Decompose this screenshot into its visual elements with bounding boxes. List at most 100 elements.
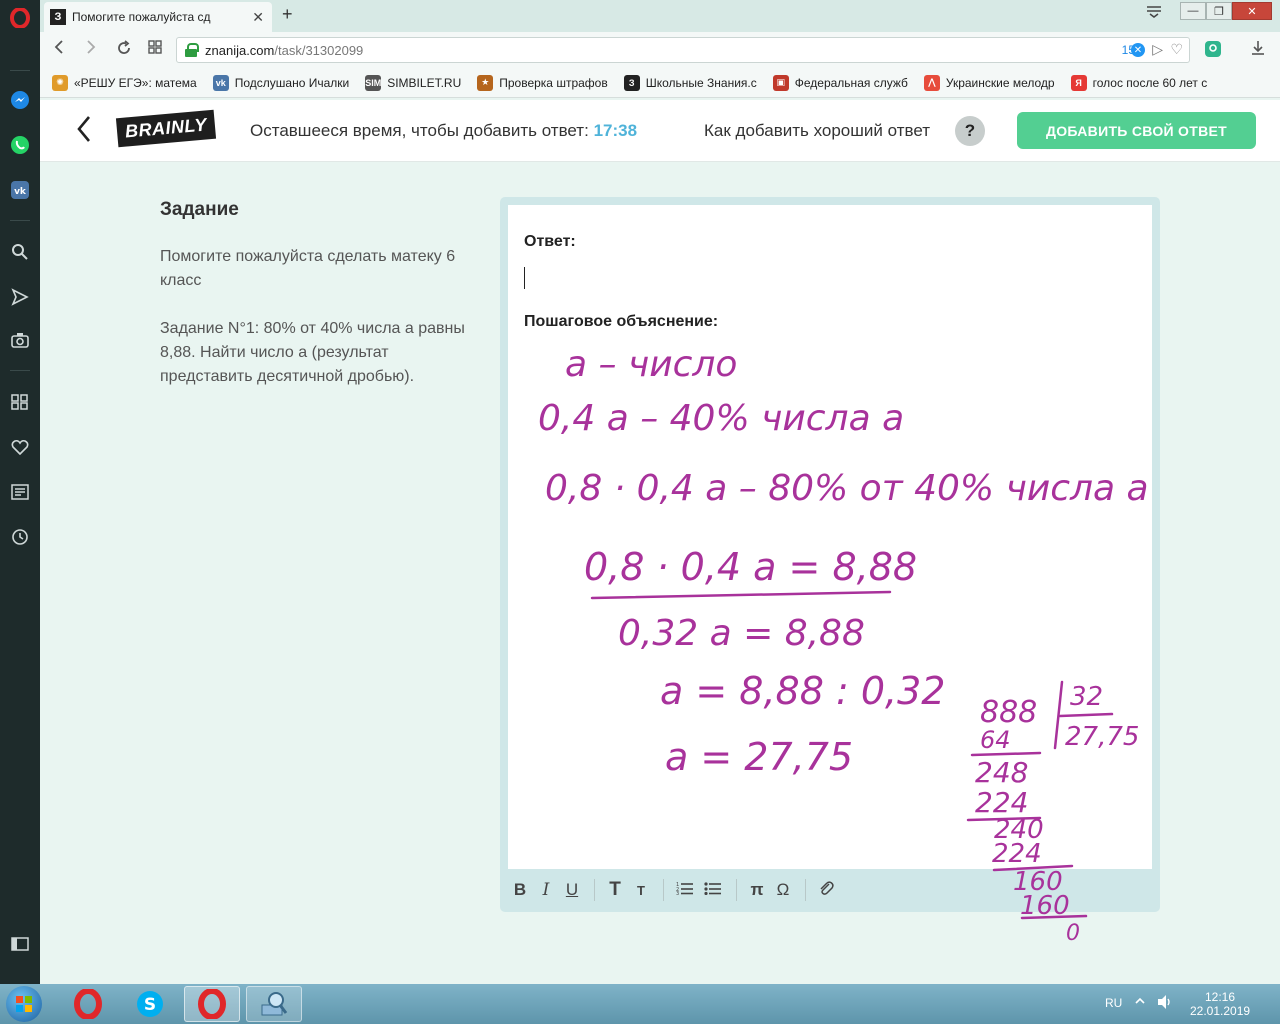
bookmark-heart-icon[interactable]: ♡: [1170, 41, 1183, 58]
emblem-icon: ★: [477, 74, 494, 91]
editor-toolbar: B I U T T 123 π Ω: [500, 873, 1160, 907]
pi-symbol-button[interactable]: π: [749, 880, 765, 900]
vk-icon[interactable]: vk: [8, 178, 32, 202]
ordered-list-icon[interactable]: 123: [676, 880, 694, 900]
brainly-header: BRAINLY Оставшееся время, чтобы добавить…: [40, 100, 1280, 162]
restore-icon[interactable]: ❐: [1206, 2, 1232, 20]
language-indicator[interactable]: RU: [1105, 996, 1122, 1010]
bullet-list-icon[interactable]: [704, 880, 722, 900]
minimize-icon[interactable]: —: [1180, 2, 1206, 20]
vpn-icon[interactable]: [1204, 40, 1222, 63]
send-icon[interactable]: [8, 285, 32, 309]
division-line: [1020, 914, 1088, 920]
bookmark-item[interactable]: З Школьные Знания.c: [623, 74, 757, 91]
heading-small-button[interactable]: T: [633, 883, 649, 898]
attachment-icon[interactable]: [818, 880, 834, 901]
answer-editor: Ответ: Пошаговое объяснение: B I U T T 1…: [500, 197, 1160, 912]
svg-text:vk: vk: [14, 187, 27, 197]
bookmark-label: «РЕШУ ЕГЭ»: матема: [74, 75, 197, 90]
url-host: znanija.com: [205, 42, 275, 58]
underline-button[interactable]: U: [564, 880, 580, 900]
opera-logo-icon[interactable]: [8, 6, 32, 30]
new-tab-icon[interactable]: +: [282, 4, 293, 25]
answer-label: Ответ:: [524, 233, 576, 250]
sidebar-divider: [10, 220, 30, 221]
bookmark-item[interactable]: vk Подслушано Ичалки: [212, 74, 349, 91]
help-icon[interactable]: ?: [955, 116, 985, 146]
windows-start-icon[interactable]: [6, 986, 42, 1022]
search-icon[interactable]: [8, 240, 32, 264]
taskbar-opera-icon[interactable]: [60, 986, 116, 1022]
bookmark-label: Школьные Знания.c: [645, 75, 757, 90]
history-clock-icon[interactable]: [8, 525, 32, 549]
fed-icon: ▣: [772, 74, 789, 91]
svg-text:3: 3: [676, 891, 679, 895]
answer-textarea[interactable]: Ответ: Пошаговое объяснение:: [508, 205, 1152, 869]
close-tab-icon[interactable]: ✕: [252, 9, 264, 26]
sidebar-divider: [10, 70, 30, 71]
chart-icon: ⋀: [923, 74, 940, 91]
speed-dial-icon[interactable]: [148, 40, 162, 59]
taskbar-skype-icon[interactable]: S: [122, 986, 178, 1022]
sim-icon: SIM: [365, 74, 381, 91]
brainly-logo[interactable]: BRAINLY: [115, 109, 217, 148]
clock-date: 22.01.2019: [1190, 1004, 1251, 1018]
camera-icon[interactable]: [8, 328, 32, 352]
bold-button[interactable]: B: [512, 880, 528, 900]
bookmark-label: голос после 60 лет с: [1092, 75, 1208, 90]
text-caret: [524, 267, 525, 289]
remaining-time-label: Оставшееся время, чтобы добавить ответ:: [250, 121, 589, 140]
apps-grid-icon[interactable]: [8, 390, 32, 414]
messenger-icon[interactable]: [8, 88, 32, 112]
bookmark-label: Проверка штрафов: [499, 75, 608, 90]
news-icon[interactable]: [8, 480, 32, 504]
omega-symbol-button[interactable]: Ω: [775, 880, 791, 900]
tray-up-arrow-icon[interactable]: [1134, 994, 1146, 1012]
opera-sidebar: vk: [0, 0, 40, 984]
address-bar[interactable]: znanija.com/task/31302099 15 ✕ ▷ ♡: [176, 37, 1190, 63]
download-icon[interactable]: [1250, 40, 1266, 61]
tab-bar: З Помогите пожалуйста сд ✕ + — ❐ ✕: [40, 0, 1280, 32]
bookmark-label: SIMBILET.RU: [387, 75, 462, 90]
bookmark-item[interactable]: Яголос после 60 лет с: [1070, 74, 1208, 91]
gear-icon: ✺: [52, 74, 68, 91]
bookmark-label: Федеральная служб: [794, 75, 908, 90]
back-chevron-icon[interactable]: [76, 114, 92, 151]
italic-button[interactable]: I: [538, 880, 554, 900]
reload-icon[interactable]: [116, 40, 132, 61]
explanation-label: Пошаговое объяснение:: [524, 313, 719, 330]
url-path: /task/31302099: [274, 42, 364, 58]
bookmarks-bar: ✺ «РЕШУ ЕГЭ»: матема vk Подслушано Ичалки SI…: [40, 68, 1280, 98]
znanija-icon: З: [623, 74, 640, 91]
bookmark-item[interactable]: ✺ «РЕШУ ЕГЭ»: матема: [52, 74, 197, 91]
tab-title: Помогите пожалуйста сд: [72, 10, 211, 24]
add-answer-button[interactable]: ДОБАВИТЬ СВОЙ ОТВЕТ: [1017, 112, 1256, 149]
snapshot-send-icon[interactable]: ▷: [1152, 41, 1163, 58]
task-heading: Задание: [160, 199, 239, 220]
bookmark-item[interactable]: ★ Проверка штрафов: [477, 74, 608, 91]
tab-menu-icon[interactable]: [1146, 4, 1162, 21]
toolbar-divider: [736, 879, 737, 901]
heading-large-button[interactable]: T: [607, 879, 623, 901]
toolbar-divider: [594, 879, 595, 901]
forward-icon[interactable]: [86, 40, 96, 59]
clock[interactable]: 12:16 22.01.2019: [1190, 990, 1250, 1018]
sidebar-toggle-icon[interactable]: [8, 932, 32, 956]
heart-icon[interactable]: [8, 435, 32, 459]
taskbar-opera-active-icon[interactable]: [184, 986, 240, 1022]
navigation-bar: znanija.com/task/31302099 15 ✕ ▷ ♡: [40, 32, 1280, 68]
task-line-1: Помогите пожалуйста сделать матеку 6 кла…: [160, 248, 456, 289]
bookmark-item[interactable]: ▣ Федеральная служб: [772, 74, 908, 91]
bookmark-label: Украинские мелодр: [945, 75, 1055, 90]
volume-icon[interactable]: [1156, 994, 1174, 1015]
back-icon[interactable]: [54, 40, 64, 59]
taskbar-search-tool-icon[interactable]: [246, 986, 302, 1022]
bookmark-item[interactable]: SIM SIMBILET.RU: [365, 74, 462, 91]
adblock-shield-icon[interactable]: ✕: [1131, 43, 1145, 57]
vk-icon: vk: [212, 74, 229, 91]
howto-link[interactable]: Как добавить хороший ответ: [704, 121, 930, 141]
tab-active[interactable]: З Помогите пожалуйста сд ✕: [44, 2, 272, 32]
whatsapp-icon[interactable]: [8, 133, 32, 157]
close-window-icon[interactable]: ✕: [1232, 2, 1272, 20]
bookmark-item[interactable]: ⋀ Украинские мелодр: [923, 74, 1055, 91]
